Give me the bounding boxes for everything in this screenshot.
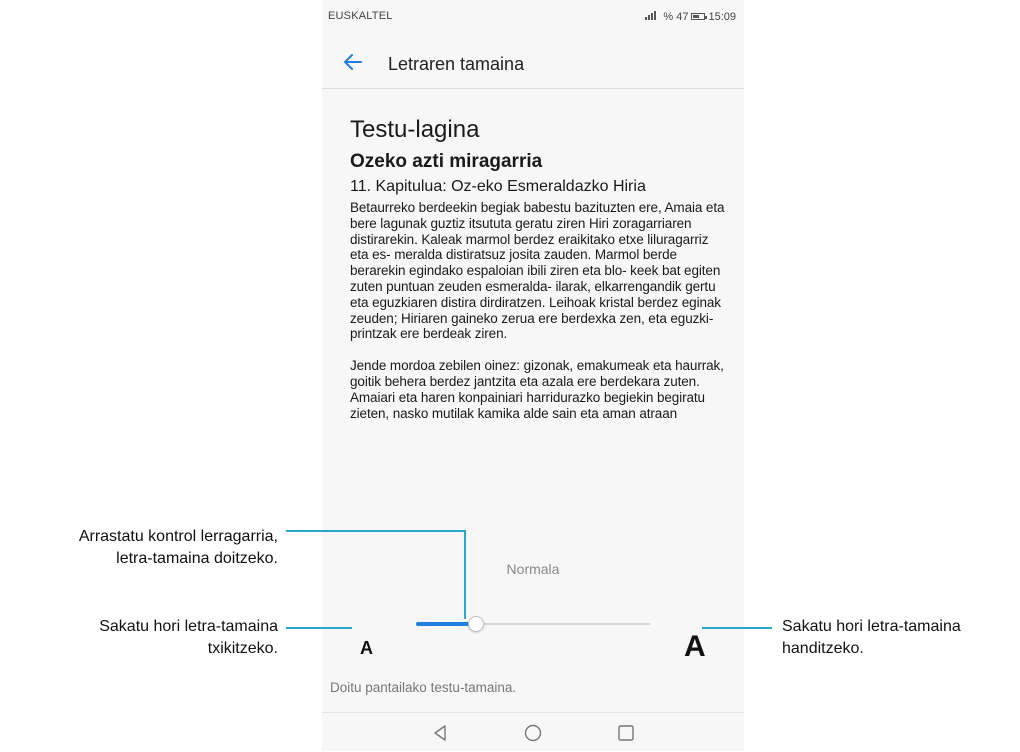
decrease-callout-line2: txikitzeko. (207, 640, 278, 657)
increase-callout-leader (702, 627, 772, 629)
sample-text-preview: Testu-lagina Ozeko azti miragarria 11. K… (350, 116, 728, 524)
decrease-callout-leader (286, 627, 352, 629)
slider-callout-line2: letra-tamaina doitzeko. (116, 550, 278, 567)
nav-recents-button[interactable] (612, 721, 640, 745)
carrier-name: EUSKALTEL (328, 10, 393, 22)
sample-heading: Testu-lagina (350, 116, 480, 143)
increase-callout-line1: Sakatu hori letra-tamaina (782, 618, 961, 635)
decrease-callout: Sakatu hori letra-tamaina txikitzeko. (99, 616, 278, 660)
circle-home-icon (524, 724, 542, 742)
status-indicators: % 47 15:09 (644, 10, 736, 23)
page-title: Letraren tamaina (388, 54, 525, 74)
sample-paragraph-2: Jende mordoa zebilen oinez: gizonak, ema… (350, 358, 724, 421)
nav-back-button[interactable] (426, 721, 454, 745)
navigation-bar (322, 712, 744, 752)
phone-screen: EUSKALTEL % 47 15:09 Letraren tamaina Te (322, 0, 744, 751)
arrow-left-icon (344, 54, 362, 70)
increase-callout: Sakatu hori letra-tamaina handitzeko. (782, 616, 961, 660)
signal-icon (644, 10, 660, 23)
battery-icon (691, 13, 708, 20)
status-bar: EUSKALTEL % 47 15:09 (322, 0, 744, 36)
sample-paragraph-1: Betaurreko berdeekin begiak babestu bazi… (350, 200, 725, 342)
font-size-label: Normala (506, 561, 560, 577)
nav-home-button[interactable] (519, 721, 547, 745)
triangle-back-icon (434, 725, 446, 741)
increase-callout-line2: handitzeko. (782, 640, 864, 657)
book-title: Ozeko azti miragarria (350, 151, 543, 172)
back-button[interactable] (340, 49, 366, 75)
hint-text: Doitu pantailako testu-tamaina. (330, 680, 517, 695)
clock: 15:09 (708, 10, 736, 23)
square-recents-icon (618, 725, 634, 741)
slider-callout: Arrastatu kontrol lerragarria, letra-tam… (79, 526, 278, 570)
app-bar: Letraren tamaina (322, 40, 744, 89)
font-size-slider[interactable] (416, 614, 650, 634)
battery-percent: % 47 (663, 10, 689, 23)
slider-callout-line1: Arrastatu kontrol lerragarria, (78, 528, 278, 545)
decrease-callout-line1: Sakatu hori letra-tamaina (99, 618, 278, 635)
chapter-title: 11. Kapitulua: Oz-eko Esmeraldazko Hiria (350, 178, 646, 195)
slider-fill (416, 622, 475, 626)
slider-callout-leader (286, 530, 466, 532)
slider-callout-leader-vertical (464, 530, 466, 619)
increase-font-button[interactable]: A (684, 630, 706, 664)
slider-thumb[interactable] (468, 616, 484, 632)
decrease-font-button[interactable]: A (360, 638, 373, 659)
